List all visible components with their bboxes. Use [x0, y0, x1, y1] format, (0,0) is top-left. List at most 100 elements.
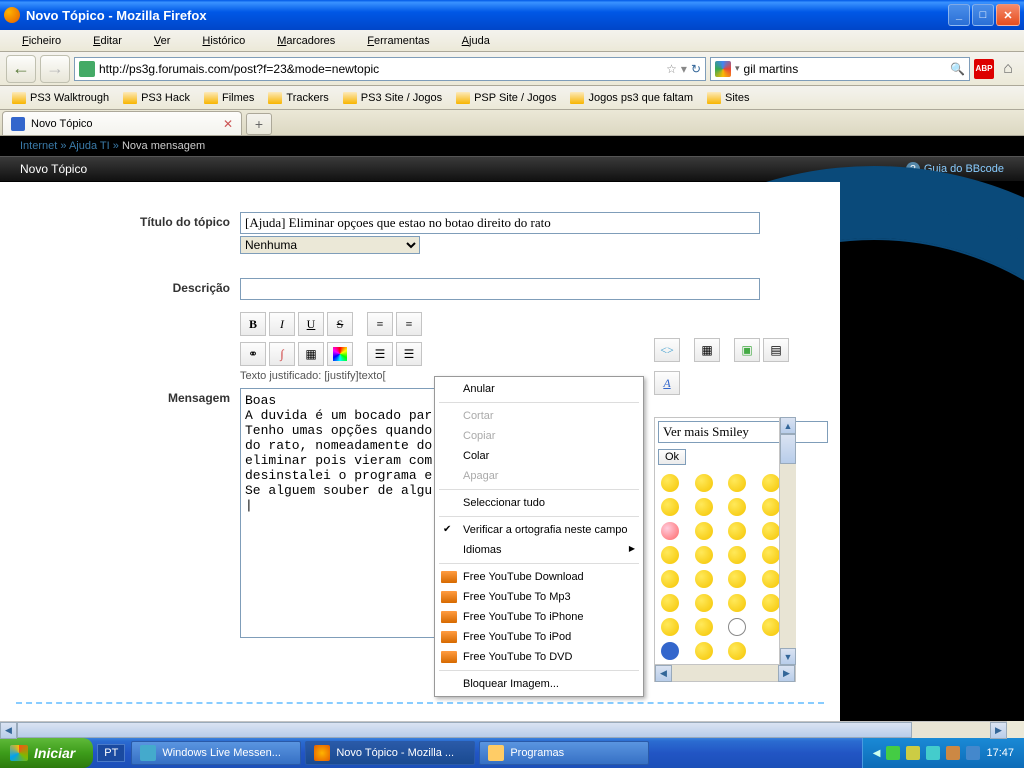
editor-link-button[interactable]: ⚭: [240, 342, 266, 366]
smiley-icon[interactable]: [728, 522, 746, 540]
editor-strike-button[interactable]: S: [327, 312, 353, 336]
smiley-icon[interactable]: [695, 594, 713, 612]
smiley-icon[interactable]: [762, 522, 780, 540]
tray-icon[interactable]: [946, 746, 960, 760]
bookmark-folder[interactable]: PS3 Walktrough: [6, 90, 115, 106]
menu-marcadores[interactable]: Marcadores: [261, 33, 351, 49]
smiley-icon[interactable]: [762, 618, 780, 636]
ctx-spellcheck[interactable]: Verificar a ortografia neste campo: [437, 520, 641, 540]
bookmark-folder[interactable]: PSP Site / Jogos: [450, 90, 562, 106]
editor-grid-button[interactable]: ▦: [694, 338, 720, 362]
taskbar-item-firefox[interactable]: Novo Tópico - Mozilla ...: [305, 741, 475, 765]
scroll-thumb[interactable]: [17, 722, 912, 738]
bookmark-folder[interactable]: PS3 Hack: [117, 90, 196, 106]
smiley-icon[interactable]: [695, 642, 713, 660]
smiley-icon[interactable]: [695, 570, 713, 588]
editor-table-button[interactable]: ▦: [298, 342, 324, 366]
editor-image-button[interactable]: ▣: [734, 338, 760, 362]
ctx-undo[interactable]: Anular: [437, 379, 641, 399]
smiley-icon[interactable]: [695, 546, 713, 564]
scroll-down-button[interactable]: ▼: [780, 648, 796, 665]
ctx-paste[interactable]: Colar: [437, 446, 641, 466]
smiley-icon[interactable]: [661, 498, 679, 516]
scroll-left-button[interactable]: ◀: [655, 665, 672, 682]
tab-active[interactable]: Novo Tópico ✕: [2, 111, 242, 135]
ctx-block-image[interactable]: Bloquear Imagem...: [437, 674, 641, 694]
smiley-icon[interactable]: [695, 474, 713, 492]
smiley-icon[interactable]: [762, 570, 780, 588]
description-input[interactable]: [240, 278, 760, 300]
abp-icon[interactable]: ABP: [974, 59, 994, 79]
menu-ferramentas[interactable]: Ferramentas: [351, 33, 445, 49]
smiley-ok-button[interactable]: Ok: [658, 449, 686, 465]
bookmark-star-icon[interactable]: ☆: [666, 62, 677, 76]
scroll-up-button[interactable]: ▲: [780, 417, 796, 434]
smiley-icon[interactable]: [661, 594, 679, 612]
ctx-yt-ipod[interactable]: Free YouTube To iPod: [437, 627, 641, 647]
bookmark-folder[interactable]: PS3 Site / Jogos: [337, 90, 448, 106]
menu-historico[interactable]: Histórico: [186, 33, 261, 49]
bookmark-folder[interactable]: Sites: [701, 90, 755, 106]
editor-align-center-button[interactable]: ≡: [396, 312, 422, 336]
scroll-track[interactable]: [780, 434, 796, 648]
smiley-icon[interactable]: [661, 570, 679, 588]
smiley-icon[interactable]: [661, 474, 679, 492]
ctx-cut[interactable]: Cortar: [437, 406, 641, 426]
bookmark-folder[interactable]: Jogos ps3 que faltam: [564, 90, 699, 106]
editor-code-button[interactable]: <>: [654, 338, 680, 362]
tray-icon[interactable]: [926, 746, 940, 760]
editor-script-button[interactable]: ∫: [269, 342, 295, 366]
smiley-icon[interactable]: [695, 522, 713, 540]
reload-icon[interactable]: ↻: [691, 62, 701, 76]
forward-button[interactable]: →: [40, 55, 70, 83]
bbcode-help-link[interactable]: ? Guia do BBcode: [906, 162, 1004, 176]
menu-ajuda[interactable]: Ajuda: [446, 33, 506, 49]
smiley-icon[interactable]: [728, 546, 746, 564]
smiley-icon[interactable]: [661, 618, 679, 636]
scroll-left-button[interactable]: ◀: [0, 722, 17, 739]
editor-color-button[interactable]: [327, 342, 353, 366]
home-icon[interactable]: ⌂: [998, 59, 1018, 79]
tray-icon[interactable]: [906, 746, 920, 760]
scroll-right-button[interactable]: ▶: [778, 665, 795, 682]
smiley-icon[interactable]: [762, 594, 780, 612]
breadcrumb-link[interactable]: Ajuda TI: [69, 140, 110, 152]
search-go-icon[interactable]: 🔍: [950, 62, 965, 76]
bookmark-folder[interactable]: Filmes: [198, 90, 260, 106]
ctx-delete[interactable]: Apagar: [437, 466, 641, 486]
url-input[interactable]: [99, 62, 662, 76]
bookmark-folder[interactable]: Trackers: [262, 90, 334, 106]
ctx-yt-mp3[interactable]: Free YouTube To Mp3: [437, 587, 641, 607]
maximize-button[interactable]: □: [972, 4, 994, 26]
category-select[interactable]: Nenhuma: [240, 236, 420, 254]
smiley-icon[interactable]: [728, 570, 746, 588]
ctx-copy[interactable]: Copiar: [437, 426, 641, 446]
ctx-yt-dvd[interactable]: Free YouTube To DVD: [437, 647, 641, 667]
editor-bold-button[interactable]: B: [240, 312, 266, 336]
smiley-icon[interactable]: [762, 546, 780, 564]
taskbar-item-messenger[interactable]: Windows Live Messen...: [131, 741, 301, 765]
smiley-icon[interactable]: [728, 474, 746, 492]
dropdown-icon[interactable]: ▾: [681, 62, 687, 76]
topic-title-input[interactable]: [240, 212, 760, 234]
smiley-icon[interactable]: [728, 642, 746, 660]
tray-expand-icon[interactable]: ◀: [873, 748, 881, 759]
smiley-icon[interactable]: [728, 498, 746, 516]
tray-icon[interactable]: [966, 746, 980, 760]
smiley-icon[interactable]: [661, 546, 679, 564]
back-button[interactable]: ←: [6, 55, 36, 83]
minimize-button[interactable]: _: [948, 4, 970, 26]
menu-editar[interactable]: Editar: [77, 33, 138, 49]
close-button[interactable]: ✕: [996, 4, 1020, 26]
search-bar[interactable]: ▾ 🔍: [710, 57, 970, 81]
tray-icon[interactable]: [886, 746, 900, 760]
scroll-right-button[interactable]: ▶: [990, 722, 1007, 739]
editor-font-button[interactable]: A: [654, 371, 680, 395]
search-input[interactable]: [744, 62, 947, 76]
clock[interactable]: 17:47: [986, 747, 1014, 759]
editor-misc-button[interactable]: ☰: [396, 342, 422, 366]
editor-misc-button[interactable]: ☰: [367, 342, 393, 366]
breadcrumb-link[interactable]: Internet: [20, 140, 57, 152]
start-button[interactable]: Iniciar: [0, 738, 93, 768]
language-indicator[interactable]: PT: [97, 744, 125, 762]
